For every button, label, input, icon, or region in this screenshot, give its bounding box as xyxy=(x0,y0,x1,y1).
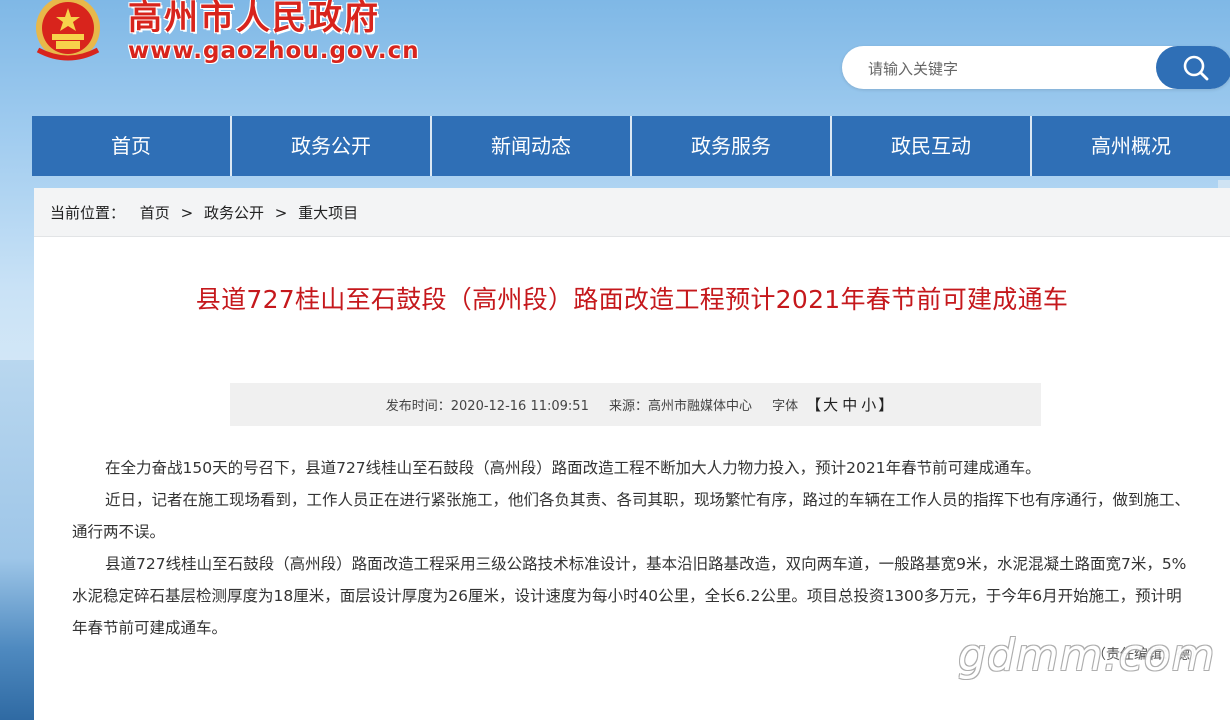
main-nav: 首页 政务公开 新闻动态 政务服务 政民互动 高州概况 xyxy=(32,116,1230,176)
article-paragraph: 在全力奋战150天的号召下，县道727线桂山至石鼓段（高州段）路面改造工程不断加… xyxy=(105,459,1041,477)
nav-item-interaction[interactable]: 政民互动 xyxy=(832,116,1032,176)
breadcrumb-prefix: 当前位置： xyxy=(50,204,126,222)
article-body: 在全力奋战150天的号召下，县道727线桂山至石鼓段（高州段）路面改造工程不断加… xyxy=(72,452,1196,644)
article-meta: 发布时间：2020-12-16 11:09:51 来源：高州市融媒体中心 字体【… xyxy=(230,383,1041,426)
nav-item-home[interactable]: 首页 xyxy=(32,116,232,176)
search-icon xyxy=(1183,55,1209,81)
article-title: 县道727桂山至石鼓段（高州段）路面改造工程预计2021年春节前可建成通车 xyxy=(195,285,1069,314)
nav-item-overview[interactable]: 高州概况 xyxy=(1032,116,1230,176)
font-large-button[interactable]: 大 xyxy=(823,396,838,414)
watermark: gdmm.com xyxy=(958,630,1216,681)
search-input[interactable] xyxy=(866,46,1150,89)
publish-time: 发布时间：2020-12-16 11:09:51 xyxy=(385,399,589,414)
nav-item-news[interactable]: 新闻动态 xyxy=(432,116,632,176)
breadcrumb-government-affairs[interactable]: 政务公开 xyxy=(204,204,264,222)
search-button[interactable] xyxy=(1156,46,1230,89)
site-title: 高州市人民政府 xyxy=(128,0,380,38)
font-medium-button[interactable]: 中 xyxy=(842,396,857,414)
top-right-mark: ˆ xyxy=(1189,0,1196,10)
nav-item-services[interactable]: 政务服务 xyxy=(632,116,832,176)
breadcrumb-separator: > xyxy=(180,204,194,222)
breadcrumb-home[interactable]: 首页 xyxy=(140,204,170,222)
breadcrumb-major-projects[interactable]: 重大项目 xyxy=(298,204,358,222)
article-paragraph: 近日，记者在施工现场看到，工作人员正在进行紧张施工，他们各负其责、各司其职，现场… xyxy=(72,491,1191,541)
national-emblem-logo xyxy=(28,0,108,64)
search-box xyxy=(842,46,1230,89)
site-url: www.gaozhou.gov.cn xyxy=(128,38,420,64)
nav-item-government-affairs[interactable]: 政务公开 xyxy=(232,116,432,176)
font-bracket-close: 】 xyxy=(878,396,894,414)
breadcrumb: 当前位置： 首页 > 政务公开 > 重大项目 xyxy=(34,188,1230,237)
article-source: 来源：高州市融媒体中心 xyxy=(608,399,752,414)
font-small-button[interactable]: 小 xyxy=(861,396,876,414)
font-bracket-open: 【 xyxy=(806,396,822,414)
font-size-label: 字体 xyxy=(772,399,799,414)
breadcrumb-separator: > xyxy=(274,204,288,222)
